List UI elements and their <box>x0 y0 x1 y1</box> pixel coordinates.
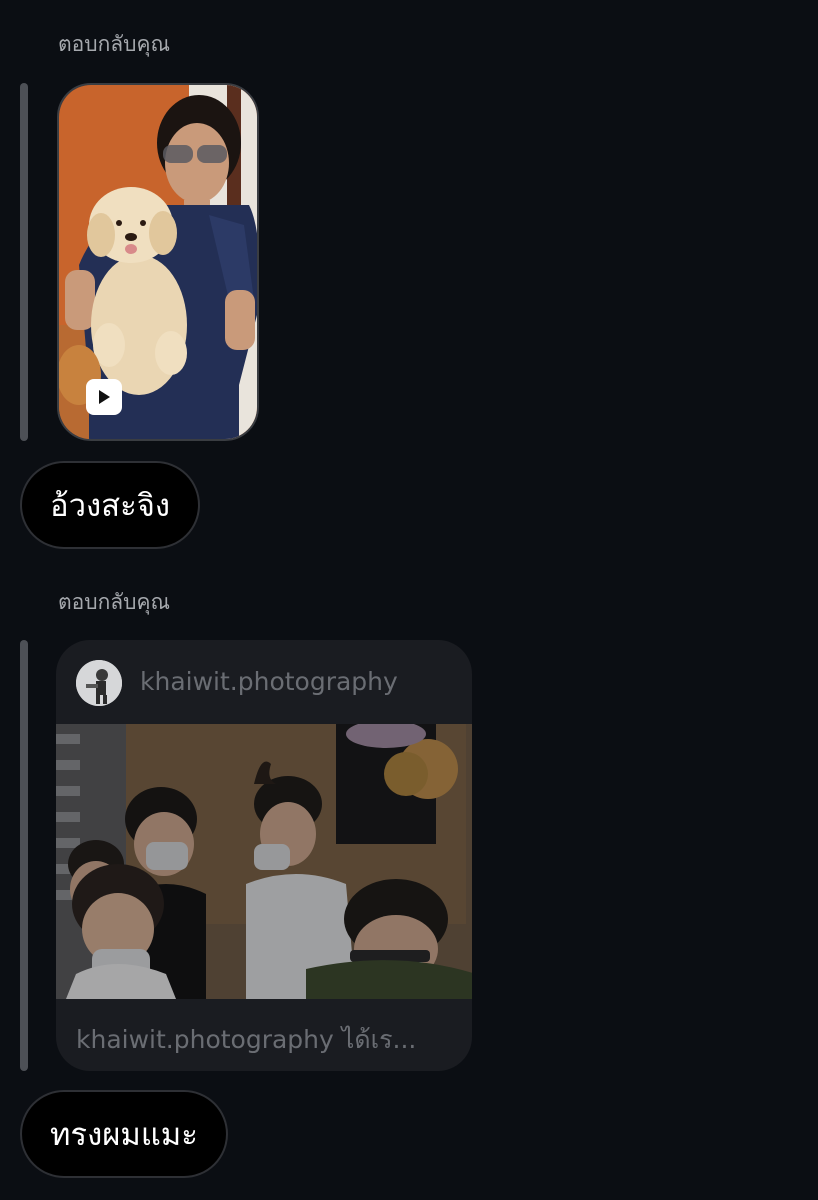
reply-quote-bar <box>20 83 28 441</box>
reply-quote-bar <box>20 640 28 1071</box>
post-header: khaiwit.photography <box>56 640 472 724</box>
shared-post-card[interactable]: khaiwit.photography khaiwit.photography … <box>56 640 472 1071</box>
post-caption: khaiwit.photography ได้เร... <box>76 1025 417 1054</box>
avatar <box>76 660 122 706</box>
dm-thread: ตอบกลับคุณ อ้วงสะจิง ตอบกลับคุณ khaiwit.… <box>0 0 818 1200</box>
shared-reel-thumbnail[interactable] <box>57 83 259 441</box>
message-bubble[interactable]: ทรงผมแมะ <box>20 1090 228 1178</box>
reply-label: ตอบกลับคุณ <box>58 32 171 56</box>
reel-play-icon <box>86 379 122 415</box>
reply-label: ตอบกลับคุณ <box>58 590 171 614</box>
post-username: khaiwit.photography <box>140 667 398 696</box>
post-image <box>56 724 472 999</box>
message-bubble[interactable]: อ้วงสะจิง <box>20 461 201 549</box>
